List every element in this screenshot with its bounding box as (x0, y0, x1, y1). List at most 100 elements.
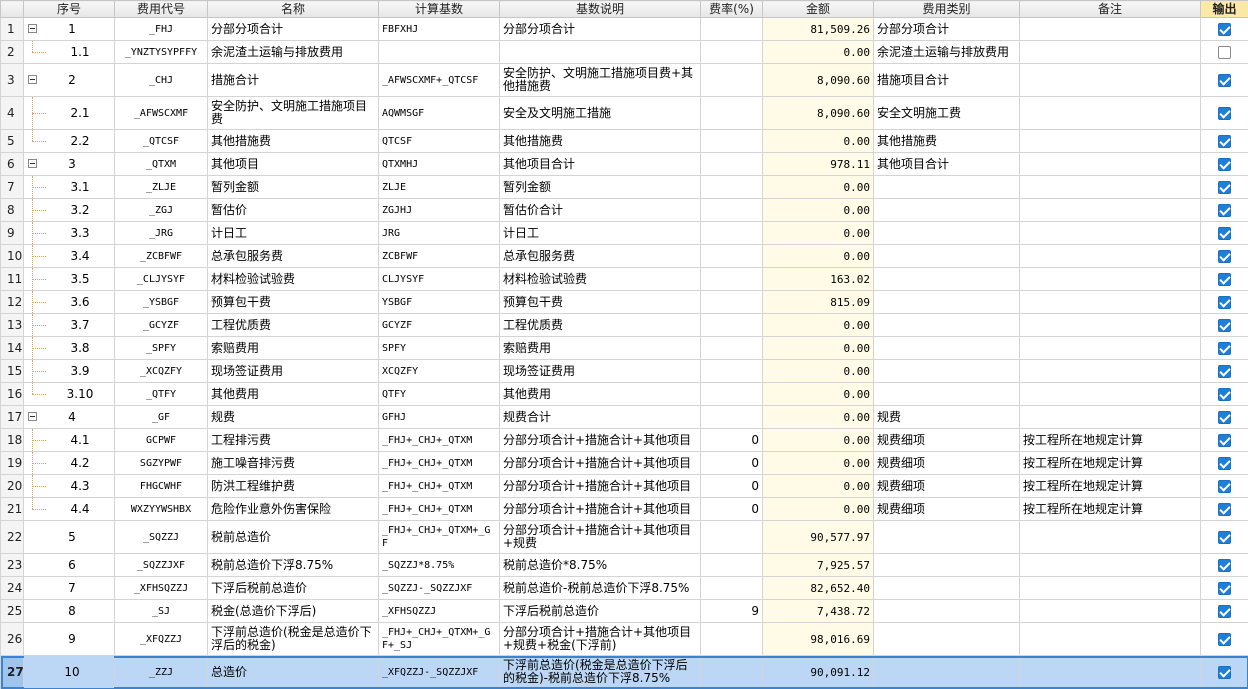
table-row[interactable]: 163.10_QTFY其他费用QTFY其他费用0.00 (1, 383, 1248, 406)
header-desc[interactable]: 基数说明 (500, 1, 701, 18)
output-cell[interactable] (1201, 41, 1248, 64)
amount-cell[interactable]: 8,090.60 (763, 64, 874, 97)
rate-cell[interactable] (701, 623, 763, 656)
calc-base-cell[interactable]: _SQZZJ*8.75% (379, 554, 500, 577)
output-checkbox[interactable] (1218, 135, 1231, 148)
fee-code-cell[interactable]: _ZGJ (115, 199, 208, 222)
rate-cell[interactable]: 9 (701, 600, 763, 623)
calc-base-cell[interactable]: ZCBFWF (379, 245, 500, 268)
base-desc-cell[interactable]: 其他费用 (500, 383, 701, 406)
fee-name-cell[interactable]: 余泥渣土运输与排放费用 (208, 41, 379, 64)
output-checkbox[interactable] (1218, 434, 1231, 447)
base-desc-cell[interactable]: 分部分项合计+措施合计+其他项目 (500, 475, 701, 498)
seq-cell[interactable]: 3 (24, 153, 115, 176)
note-cell[interactable] (1020, 268, 1201, 291)
table-row[interactable]: 204.3FHGCWHF防洪工程维护费_FHJ+_CHJ+_QTXM分部分项合计… (1, 475, 1248, 498)
amount-cell[interactable]: 0.00 (763, 360, 874, 383)
header-name[interactable]: 名称 (208, 1, 379, 18)
output-cell[interactable] (1201, 222, 1248, 245)
row-number[interactable]: 9 (1, 222, 24, 245)
fee-category-cell[interactable] (874, 600, 1020, 623)
output-cell[interactable] (1201, 554, 1248, 577)
fee-name-cell[interactable]: 工程优质费 (208, 314, 379, 337)
output-checkbox[interactable] (1218, 480, 1231, 493)
table-row[interactable]: 123.6_YSBGF预算包干费YSBGF预算包干费815.09 (1, 291, 1248, 314)
calc-base-cell[interactable]: GFHJ (379, 406, 500, 429)
amount-cell[interactable]: 0.00 (763, 41, 874, 64)
table-row[interactable]: 194.2SGZYPWF施工噪音排污费_FHJ+_CHJ+_QTXM分部分项合计… (1, 452, 1248, 475)
calc-base-cell[interactable]: XCQZFY (379, 360, 500, 383)
table-row[interactable]: 73.1_ZLJE暂列金额ZLJE暂列金额0.00 (1, 176, 1248, 199)
fee-category-cell[interactable] (874, 268, 1020, 291)
rate-cell[interactable]: 0 (701, 475, 763, 498)
calc-base-cell[interactable]: _FHJ+_CHJ+_QTXM+_GF+_SJ (379, 623, 500, 656)
table-row[interactable]: 93.3_JRG计日工JRG计日工0.00 (1, 222, 1248, 245)
calc-base-cell[interactable]: FBFXHJ (379, 18, 500, 41)
amount-cell[interactable]: 81,509.26 (763, 18, 874, 41)
output-checkbox[interactable] (1218, 582, 1231, 595)
base-desc-cell[interactable]: 规费合计 (500, 406, 701, 429)
table-row[interactable]: 236_SQZZJXF税前总造价下浮8.75%_SQZZJ*8.75%税前总造价… (1, 554, 1248, 577)
seq-cell[interactable]: 5 (24, 521, 115, 554)
rate-cell[interactable]: 0 (701, 452, 763, 475)
rate-cell[interactable] (701, 97, 763, 130)
row-number[interactable]: 17 (1, 406, 24, 429)
fee-code-cell[interactable]: _XFHSQZZJ (115, 577, 208, 600)
seq-cell[interactable]: 3.6 (24, 291, 115, 314)
seq-cell[interactable]: 3.9 (24, 360, 115, 383)
collapse-toggle-icon[interactable] (28, 159, 37, 168)
fee-category-cell[interactable]: 规费细项 (874, 475, 1020, 498)
fee-name-cell[interactable]: 防洪工程维护费 (208, 475, 379, 498)
output-cell[interactable] (1201, 656, 1248, 689)
base-desc-cell[interactable]: 税前总造价*8.75% (500, 554, 701, 577)
output-checkbox[interactable] (1218, 411, 1231, 424)
header-code[interactable]: 费用代号 (115, 1, 208, 18)
fee-code-cell[interactable]: _QTXM (115, 153, 208, 176)
amount-cell[interactable]: 0.00 (763, 176, 874, 199)
seq-cell[interactable]: 4.1 (24, 429, 115, 452)
row-number[interactable]: 8 (1, 199, 24, 222)
note-cell[interactable] (1020, 18, 1201, 41)
base-desc-cell[interactable]: 暂估价合计 (500, 199, 701, 222)
fee-code-cell[interactable]: _SQZZJXF (115, 554, 208, 577)
fee-name-cell[interactable]: 措施合计 (208, 64, 379, 97)
base-desc-cell[interactable]: 下浮前总造价(税金是总造价下浮后的税金)-税前总造价下浮8.75% (500, 656, 701, 689)
base-desc-cell[interactable] (500, 41, 701, 64)
base-desc-cell[interactable]: 安全及文明施工措施 (500, 97, 701, 130)
output-cell[interactable] (1201, 406, 1248, 429)
base-desc-cell[interactable]: 计日工 (500, 222, 701, 245)
output-cell[interactable] (1201, 64, 1248, 97)
table-row[interactable]: 174_GF规费GFHJ规费合计0.00规费 (1, 406, 1248, 429)
seq-cell[interactable]: 3.7 (24, 314, 115, 337)
seq-cell[interactable]: 4.4 (24, 498, 115, 521)
row-number[interactable]: 6 (1, 153, 24, 176)
row-number[interactable]: 19 (1, 452, 24, 475)
amount-cell[interactable]: 815.09 (763, 291, 874, 314)
calc-base-cell[interactable]: _XFHSQZZJ (379, 600, 500, 623)
note-cell[interactable]: 按工程所在地规定计算 (1020, 429, 1201, 452)
calc-base-cell[interactable]: JRG (379, 222, 500, 245)
row-number[interactable]: 27 (1, 656, 24, 689)
row-number[interactable]: 1 (1, 18, 24, 41)
rate-cell[interactable] (701, 245, 763, 268)
calc-base-cell[interactable]: _FHJ+_CHJ+_QTXM (379, 429, 500, 452)
rate-cell[interactable] (701, 337, 763, 360)
base-desc-cell[interactable]: 材料检验试验费 (500, 268, 701, 291)
fee-code-cell[interactable]: _AFWSCXMF (115, 97, 208, 130)
fee-category-cell[interactable] (874, 314, 1020, 337)
calc-base-cell[interactable]: _FHJ+_CHJ+_QTXM (379, 452, 500, 475)
output-cell[interactable] (1201, 176, 1248, 199)
amount-cell[interactable]: 0.00 (763, 337, 874, 360)
row-number[interactable]: 2 (1, 41, 24, 64)
amount-cell[interactable]: 0.00 (763, 199, 874, 222)
base-desc-cell[interactable]: 分部分项合计+措施合计+其他项目+规费 (500, 521, 701, 554)
output-checkbox[interactable] (1218, 365, 1231, 378)
output-cell[interactable] (1201, 337, 1248, 360)
seq-cell[interactable]: 2.1 (24, 97, 115, 130)
fee-name-cell[interactable]: 其他措施费 (208, 130, 379, 153)
row-number[interactable]: 3 (1, 64, 24, 97)
rate-cell[interactable] (701, 291, 763, 314)
row-number[interactable]: 16 (1, 383, 24, 406)
rate-cell[interactable] (701, 383, 763, 406)
calc-base-cell[interactable]: QTCSF (379, 130, 500, 153)
